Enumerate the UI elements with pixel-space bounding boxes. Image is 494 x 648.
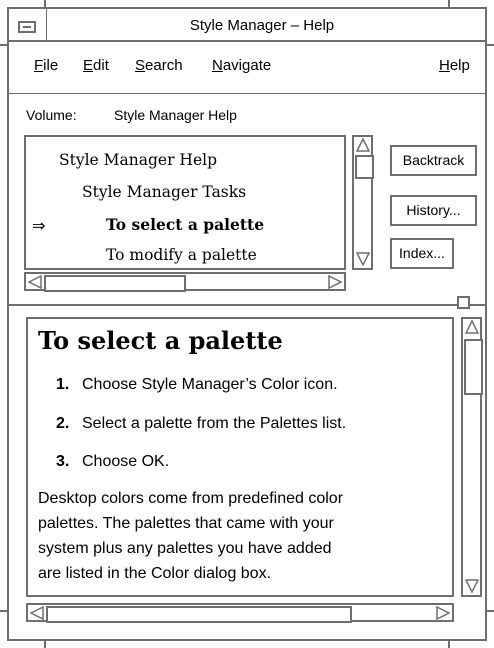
volume-name: Style Manager Help bbox=[114, 107, 237, 123]
pane-divider bbox=[9, 304, 485, 306]
scrollbar-thumb[interactable] bbox=[464, 339, 483, 395]
help-pane-horizontal-scrollbar[interactable] bbox=[26, 603, 454, 623]
menu-search-mnemonic: S bbox=[135, 57, 146, 74]
scroll-left-arrow-icon[interactable] bbox=[30, 606, 44, 620]
topic-item[interactable]: Style Manager Help bbox=[59, 148, 217, 172]
menu-navigate[interactable]: Navigate bbox=[212, 54, 271, 78]
step-number: 3. bbox=[56, 453, 70, 470]
paragraph-line: are listed in the Color dialog box. bbox=[38, 565, 272, 582]
topic-list-horizontal-scrollbar[interactable] bbox=[24, 272, 346, 292]
scroll-left-arrow-icon[interactable] bbox=[28, 275, 42, 289]
menu-file-mnemonic: F bbox=[34, 57, 44, 74]
step-number: 1. bbox=[56, 376, 70, 393]
step-text: Choose Style Manager’s Color icon. bbox=[82, 376, 338, 393]
step-item: 3. Choose OK. bbox=[56, 453, 169, 471]
menu-help-mnemonic: H bbox=[439, 57, 450, 74]
step-text: Choose OK. bbox=[82, 453, 170, 470]
step-item: 2. Select a palette from the Palettes lis… bbox=[56, 415, 346, 433]
paragraph-line: system plus any palettes you have added bbox=[38, 540, 332, 557]
frame-resize-tick[interactable] bbox=[44, 0, 46, 9]
frame-resize-tick[interactable] bbox=[44, 639, 46, 648]
step-text: Select a palette from the Palettes list. bbox=[82, 415, 347, 432]
window-title: Style Manager – Help bbox=[189, 17, 335, 34]
menu-search[interactable]: Search bbox=[135, 54, 183, 78]
menu-navigate-mnemonic: N bbox=[212, 57, 223, 74]
help-text-pane[interactable]: To select a palette 1. Choose Style Manag… bbox=[26, 317, 454, 597]
scroll-up-arrow-icon[interactable] bbox=[356, 138, 370, 152]
backtrack-button[interactable]: Backtrack bbox=[390, 145, 477, 176]
menu-help-label: elp bbox=[449, 57, 470, 74]
topic-item-current[interactable]: To select a palette bbox=[106, 213, 264, 237]
frame-resize-tick[interactable] bbox=[485, 610, 494, 612]
window-menu-icon[interactable] bbox=[18, 21, 36, 33]
pane-sash-icon[interactable] bbox=[457, 296, 470, 309]
frame-resize-tick[interactable] bbox=[448, 639, 450, 648]
menu-help[interactable]: Help bbox=[439, 54, 470, 78]
frame-resize-tick[interactable] bbox=[485, 44, 494, 46]
scrollbar-thumb[interactable] bbox=[355, 155, 374, 179]
menu-edit[interactable]: Edit bbox=[83, 54, 109, 78]
index-button[interactable]: Index... bbox=[390, 238, 454, 269]
topic-tree-list[interactable]: Style Manager Help Style Manager Tasks ⇒… bbox=[24, 135, 346, 270]
scrollbar-thumb[interactable] bbox=[44, 275, 186, 292]
history-button[interactable]: History... bbox=[390, 195, 477, 226]
scroll-up-arrow-icon[interactable] bbox=[465, 320, 479, 334]
help-topic-title: To select a palette bbox=[38, 326, 283, 355]
topic-item[interactable]: To modify a palette bbox=[106, 243, 257, 267]
menu-file[interactable]: File bbox=[34, 54, 58, 78]
menu-navigate-label: avigate bbox=[222, 57, 272, 74]
step-item: 1. Choose Style Manager’s Color icon. bbox=[56, 376, 338, 394]
help-pane-vertical-scrollbar[interactable] bbox=[461, 317, 483, 597]
current-topic-arrow-icon: ⇒ bbox=[32, 216, 46, 235]
scroll-down-arrow-icon[interactable] bbox=[465, 579, 479, 593]
scroll-right-arrow-icon[interactable] bbox=[436, 606, 450, 620]
menu-edit-mnemonic: E bbox=[83, 57, 94, 74]
menu-edit-label: dit bbox=[93, 57, 109, 74]
menu-search-label: earch bbox=[145, 57, 183, 74]
scrollbar-thumb[interactable] bbox=[46, 606, 352, 623]
scroll-down-arrow-icon[interactable] bbox=[356, 252, 370, 266]
frame-resize-tick[interactable] bbox=[0, 610, 9, 612]
topic-item[interactable]: Style Manager Tasks bbox=[82, 180, 246, 204]
volume-label: Volume: bbox=[26, 107, 77, 123]
step-number: 2. bbox=[56, 415, 70, 432]
paragraph-line: palettes. The palettes that came with yo… bbox=[38, 515, 334, 532]
frame-resize-tick[interactable] bbox=[0, 44, 9, 46]
paragraph-line: Desktop colors come from predefined colo… bbox=[38, 490, 344, 507]
menubar-divider bbox=[9, 93, 485, 94]
topic-list-vertical-scrollbar[interactable] bbox=[352, 135, 374, 270]
scroll-right-arrow-icon[interactable] bbox=[328, 275, 342, 289]
menu-file-label: ile bbox=[43, 57, 59, 74]
frame-resize-tick[interactable] bbox=[448, 0, 450, 9]
